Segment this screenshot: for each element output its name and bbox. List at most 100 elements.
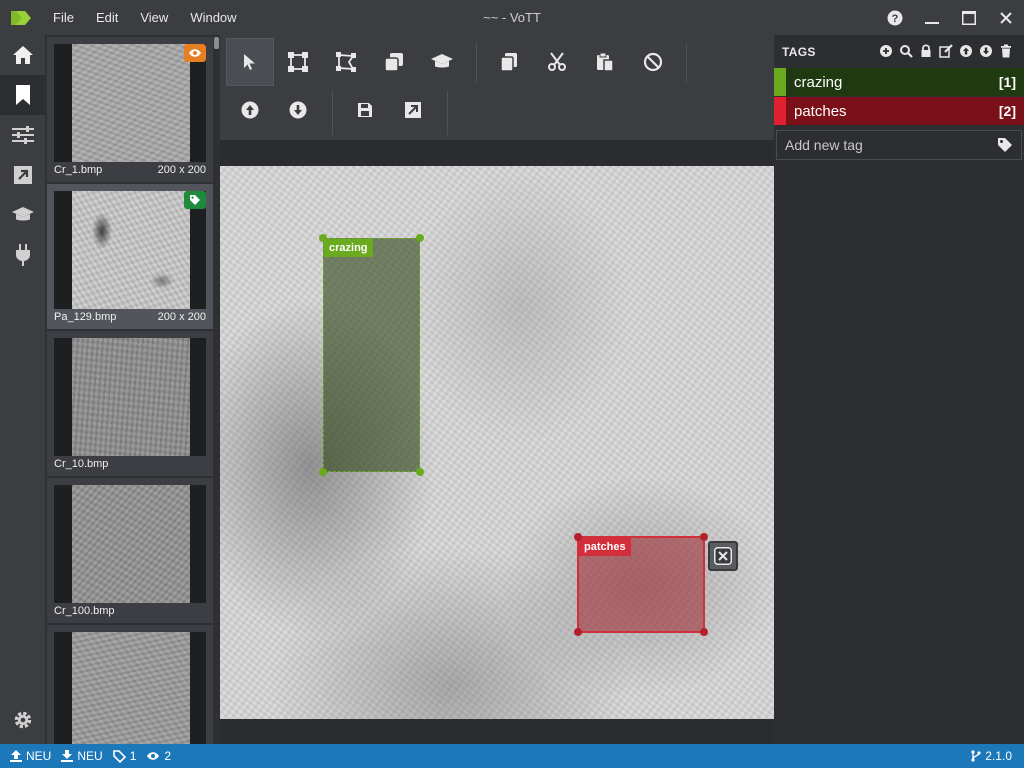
lock-tags-icon[interactable]: [918, 43, 934, 59]
add-tag-field: [776, 130, 1022, 160]
remove-all-regions-button[interactable]: [629, 38, 677, 86]
save-project-button[interactable]: [341, 86, 389, 134]
editor-canvas-area: crazing patches: [220, 140, 774, 744]
resize-handle[interactable]: [319, 468, 327, 476]
title-bar: File Edit View Window ~~ - VoTT ?: [0, 0, 1024, 35]
draw-rectangle-button[interactable]: [274, 38, 322, 86]
app-version: 2.1.0: [971, 749, 1012, 763]
tagged-assets-count: 1: [112, 749, 136, 763]
eye-icon: [184, 44, 206, 62]
editor-toolbar: [220, 35, 774, 140]
asset-thumbnail-3[interactable]: Cr_100.bmp: [47, 478, 213, 623]
visited-assets-count: 2: [146, 749, 171, 763]
gear-icon[interactable]: [0, 700, 45, 740]
menu-bar: File Edit View Window: [42, 0, 248, 35]
image-canvas[interactable]: crazing patches: [220, 166, 774, 719]
toolbar-divider: [447, 91, 448, 135]
draw-polygon-button[interactable]: [322, 38, 370, 86]
edit-tag-icon[interactable]: [938, 43, 954, 59]
asset-dimensions: 200 x 200: [157, 311, 206, 323]
asset-thumbnail-4[interactable]: [47, 625, 213, 744]
delete-region-button[interactable]: [708, 541, 738, 571]
menu-view[interactable]: View: [129, 0, 179, 35]
asset-image: [54, 632, 206, 744]
add-tag-input[interactable]: [785, 137, 997, 153]
menu-file[interactable]: File: [42, 0, 85, 35]
tags-header: TAGS: [774, 35, 1024, 68]
tag-count: [1]: [998, 74, 1016, 90]
asset-image: [54, 191, 206, 309]
asset-image: [54, 338, 206, 456]
asset-thumbnail-0[interactable]: Cr_1.bmp 200 x 200: [47, 37, 213, 182]
asset-thumbnail-list: Cr_1.bmp 200 x 200 Pa_129.bmp 200 x 200 …: [45, 35, 220, 744]
region-crazing[interactable]: crazing: [319, 234, 424, 476]
paste-icon: [597, 52, 614, 72]
resize-handle[interactable]: [700, 533, 708, 541]
delete-tag-icon[interactable]: [998, 43, 1014, 59]
scissors-icon: [548, 52, 566, 71]
menu-edit[interactable]: Edit: [85, 0, 129, 35]
next-asset-button[interactable]: [274, 86, 322, 134]
move-tag-down-icon[interactable]: [978, 43, 994, 59]
window-controls: ?: [876, 0, 1024, 35]
previous-asset-button[interactable]: [226, 86, 274, 134]
tag-item-crazing[interactable]: crazing [1]: [774, 68, 1024, 96]
cut-regions-button[interactable]: [533, 38, 581, 86]
pointer-select-button[interactable]: [226, 38, 274, 86]
resize-handle[interactable]: [574, 628, 582, 636]
version-text: 2.1.0: [985, 749, 1012, 763]
asset-thumbnail-2[interactable]: Cr_10.bmp: [47, 331, 213, 476]
resize-handle[interactable]: [416, 234, 424, 242]
paste-regions-button[interactable]: [581, 38, 629, 86]
toolbar-divider: [476, 43, 477, 83]
copy-rectangle-button[interactable]: [370, 38, 418, 86]
asset-name: Pa_129.bmp: [54, 311, 117, 323]
thumbnail-scrollbar[interactable]: [213, 35, 220, 744]
scrollbar-thumb[interactable]: [214, 37, 219, 49]
help-icon[interactable]: ?: [876, 0, 913, 35]
arrow-down-circle-icon: [289, 101, 307, 119]
resize-handle[interactable]: [574, 533, 582, 541]
menu-window[interactable]: Window: [179, 0, 247, 35]
resize-handle[interactable]: [700, 628, 708, 636]
rectangle-icon: [288, 52, 308, 72]
nav-sidebar: [0, 35, 45, 744]
tag-color-swatch[interactable]: [774, 68, 786, 96]
tag-icon: [112, 749, 126, 763]
resize-handle[interactable]: [416, 468, 424, 476]
asset-thumbnail-1[interactable]: Pa_129.bmp 200 x 200: [47, 184, 213, 329]
editor-bookmark-icon[interactable]: [0, 75, 45, 115]
active-learning-button[interactable]: [418, 38, 466, 86]
svg-text:?: ?: [891, 13, 898, 25]
region-tag-label: crazing: [324, 239, 373, 257]
tag-item-patches[interactable]: patches [2]: [774, 97, 1024, 125]
upload-status: NEU: [10, 749, 51, 763]
tags-header-title: TAGS: [782, 44, 816, 59]
copy-icon: [500, 53, 517, 72]
active-learning-icon[interactable]: [0, 195, 45, 235]
search-tags-icon[interactable]: [898, 43, 914, 59]
export-project-button[interactable]: [389, 86, 437, 134]
region-patches[interactable]: patches: [574, 533, 708, 636]
graduation-cap-icon: [431, 54, 453, 68]
export-icon[interactable]: [0, 155, 45, 195]
asset-name: Cr_1.bmp: [54, 164, 103, 176]
tags-toolbar: [878, 43, 1014, 59]
git-branch-icon: [971, 750, 981, 762]
copy-regions-button[interactable]: [485, 38, 533, 86]
tag-color-swatch[interactable]: [774, 97, 786, 125]
asset-dimensions: 200 x 200: [157, 164, 206, 176]
resize-handle[interactable]: [319, 234, 327, 242]
settings-sliders-icon[interactable]: [0, 115, 45, 155]
maximize-button[interactable]: [950, 0, 987, 35]
asset-name: Cr_100.bmp: [54, 605, 115, 617]
tag-name: crazing: [794, 73, 843, 91]
asset-image: [54, 44, 206, 162]
move-tag-up-icon[interactable]: [958, 43, 974, 59]
minimize-button[interactable]: [913, 0, 950, 35]
add-tag-icon[interactable]: [878, 43, 894, 59]
plug-icon[interactable]: [0, 235, 45, 275]
close-button[interactable]: [987, 0, 1024, 35]
home-icon[interactable]: [0, 35, 45, 75]
vott-logo-icon: [0, 0, 42, 35]
